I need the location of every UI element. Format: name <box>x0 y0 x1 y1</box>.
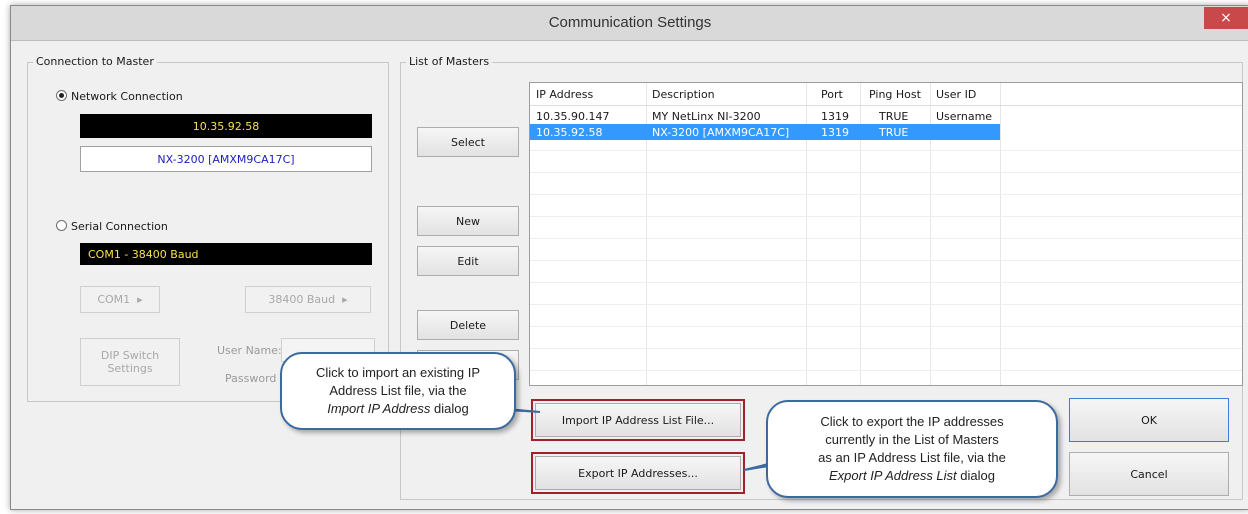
serial-value-text: COM1 - 38400 Baud <box>88 247 199 261</box>
export-callout-line4: Export IP Address List dialog <box>829 467 995 485</box>
table-row[interactable]: 10.35.90.147 MY NetLinx NI-3200 1319 TRU… <box>530 108 1000 124</box>
import-highlight-frame <box>531 399 745 441</box>
network-master-text: NX-3200 [AMXM9CA17C] <box>157 152 295 166</box>
row-port: 1319 <box>821 110 849 123</box>
network-connection-radio[interactable] <box>56 90 67 101</box>
new-button[interactable]: New <box>417 206 519 236</box>
baud-rate-label: 38400 Baud <box>268 293 336 306</box>
export-callout-line3: as an IP Address List file, via the <box>818 450 1006 465</box>
import-callout-em: Import IP Address <box>327 401 431 416</box>
select-button[interactable]: Select <box>417 127 519 157</box>
ok-button[interactable]: OK <box>1069 398 1229 442</box>
import-callout: Click to import an existing IP Address L… <box>280 352 516 430</box>
connection-group-label: Connection to Master <box>33 55 157 68</box>
import-callout-rest: dialog <box>430 401 469 416</box>
row-description: MY NetLinx NI-3200 <box>652 110 761 123</box>
dip-switch-label-2: Settings <box>107 362 153 375</box>
export-callout-line2: currently in the List of Masters <box>825 432 999 447</box>
com-port-button[interactable]: COM1 ▸ <box>80 286 160 313</box>
masters-group-label: List of Masters <box>406 55 493 68</box>
column-header-ip[interactable]: IP Address <box>536 88 593 101</box>
import-callout-line1: Click to import an existing IP <box>315 365 480 380</box>
title-bar[interactable]: Communication Settings × <box>11 6 1248 41</box>
network-ip-display: 10.35.92.58 <box>80 114 372 138</box>
export-highlight-frame <box>531 452 745 494</box>
chevron-right-icon: ▸ <box>342 293 348 306</box>
import-callout-line2: Address List file, via the <box>329 383 467 398</box>
row-ip: 10.35.92.58 <box>536 126 603 139</box>
edit-button[interactable]: Edit <box>417 246 519 276</box>
masters-list-view[interactable]: IP Address Description Port Ping Host Us… <box>529 82 1243 386</box>
close-icon[interactable]: × <box>1204 7 1248 29</box>
com-port-label: COM1 <box>97 293 131 306</box>
list-header: IP Address Description Port Ping Host Us… <box>530 83 1242 106</box>
export-callout-line1: Click to export the IP addresses <box>820 414 1004 429</box>
table-row-selected[interactable]: 10.35.92.58 NX-3200 [AMXM9CA17C] 1319 TR… <box>530 124 1000 140</box>
column-header-port[interactable]: Port <box>821 88 843 101</box>
row-user: Username <box>936 110 993 123</box>
serial-connection-radio[interactable] <box>56 220 67 231</box>
dip-switch-label-1: DIP Switch <box>100 349 160 362</box>
communication-settings-window: Communication Settings × Connection to M… <box>10 5 1248 510</box>
column-header-user-id[interactable]: User ID <box>936 88 976 101</box>
window-title: Communication Settings <box>548 14 712 31</box>
network-ip-text: 10.35.92.58 <box>192 119 260 133</box>
column-header-description[interactable]: Description <box>652 88 715 101</box>
import-callout-line3: Import IP Address dialog <box>327 400 468 418</box>
network-connection-label: Network Connection <box>71 90 183 103</box>
serial-connection-label: Serial Connection <box>71 220 168 233</box>
baud-rate-button[interactable]: 38400 Baud ▸ <box>245 286 371 313</box>
network-master-display: NX-3200 [AMXM9CA17C] <box>80 146 372 172</box>
cancel-button[interactable]: Cancel <box>1069 452 1229 496</box>
row-ping: TRUE <box>879 126 909 139</box>
export-callout: Click to export the IP addresses current… <box>766 400 1058 498</box>
serial-value-display: COM1 - 38400 Baud <box>80 243 372 265</box>
row-description: NX-3200 [AMXM9CA17C] <box>652 126 790 139</box>
export-callout-em: Export IP Address List <box>829 468 957 483</box>
row-ip: 10.35.90.147 <box>536 110 610 123</box>
row-ping: TRUE <box>879 110 909 123</box>
export-callout-rest: dialog <box>956 468 995 483</box>
username-label: User Name: <box>217 344 282 357</box>
password-label: Password <box>225 372 277 385</box>
delete-button[interactable]: Delete <box>417 310 519 340</box>
column-header-ping-host[interactable]: Ping Host <box>869 88 921 101</box>
dip-switch-settings-button[interactable]: DIP Switch Settings <box>80 338 180 386</box>
chevron-right-icon: ▸ <box>137 293 143 306</box>
row-port: 1319 <box>821 126 849 139</box>
